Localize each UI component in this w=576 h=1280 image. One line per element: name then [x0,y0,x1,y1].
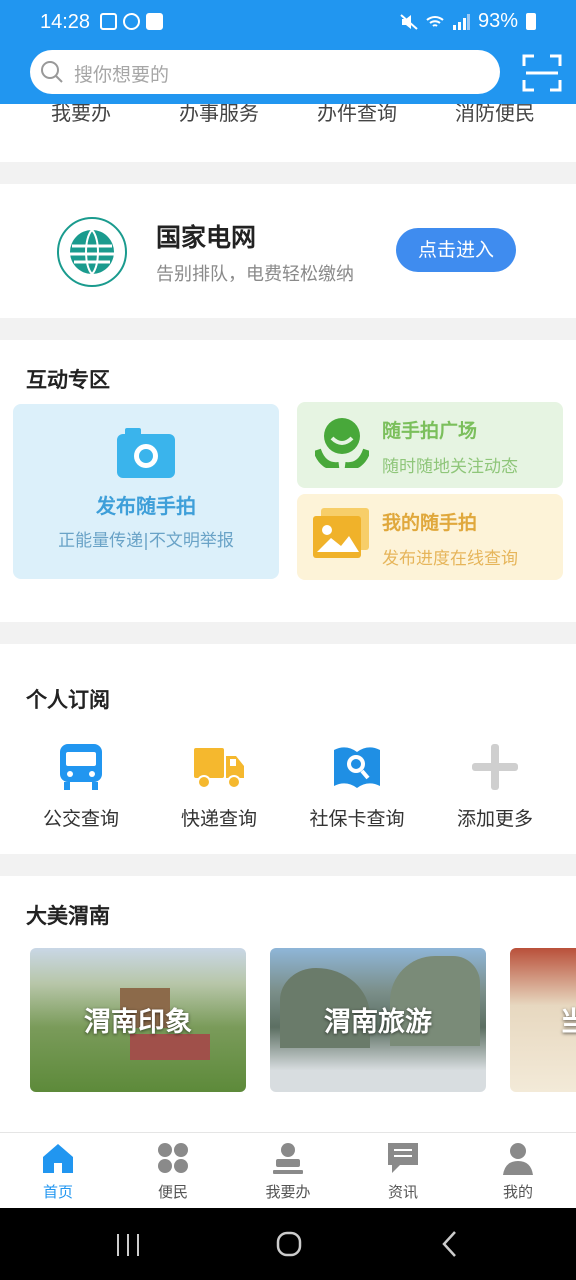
system-nav-bar [0,1208,576,1280]
wifi-icon [426,15,444,27]
post-snapshot-tile[interactable]: 发布随手拍 正能量传递|不文明举报 [13,404,279,579]
battery-percent: 93% [477,10,518,32]
cloud-notification-icon [123,13,140,30]
search-input[interactable]: 搜你想要的 [74,60,474,87]
power-grid-title: 国家电网 [156,223,257,252]
tab-banshi-fuwu[interactable]: 办事服务 [159,103,279,123]
weinan-section: 大美渭南 渭南印象 渭南旅游 当 [0,876,576,1132]
snapshot-square-tile[interactable]: 随手拍广场 随时随地关注动态 [297,402,563,488]
snapshot-square-title: 随手拍广场 [382,420,478,442]
system-status: 93% [400,10,536,33]
my-snapshot-tile[interactable]: 我的随手拍 发布进度在线查询 [297,494,563,580]
my-snapshot-title: 我的随手拍 [382,512,478,534]
nav-mine-label: 我的 [502,1183,533,1201]
camera-icon [117,428,175,478]
bottom-nav: 首页 便民 我要办 资讯 我的 [0,1132,576,1208]
people-icon [315,418,369,468]
image-notification-icon [100,13,117,30]
power-grid-card[interactable]: 国家电网 告别排队，电费轻松缴纳 点击进入 [0,184,576,318]
check-notification-icon [146,13,163,30]
bus-icon [60,744,102,790]
express-query[interactable]: 快递查询 [149,744,289,831]
header: 14:28 93% 搜你想要的 [0,0,576,104]
snapshot-square-subtitle: 随时随地关注动态 [382,457,518,477]
interactive-title: 互动专区 [26,368,110,392]
stamp-icon [273,1143,303,1174]
service-tabs: 我要办 办事服务 办件查询 消防便民 [0,103,576,162]
book-search-icon [334,747,380,788]
home-icon [43,1144,73,1173]
tab-woyaoban[interactable]: 我要办 [21,103,141,123]
enter-button[interactable]: 点击进入 [396,228,516,272]
scan-icon[interactable] [522,54,562,92]
status-bar: 14:28 93% [0,0,576,46]
nav-convenience[interactable]: 便民 [123,1141,223,1202]
mute-icon [400,13,418,30]
nav-news-label: 资讯 [387,1183,418,1201]
photo-label: 当 [560,1007,576,1038]
express-query-label: 快递查询 [180,808,257,830]
search-icon [41,61,63,83]
nav-mine[interactable]: 我的 [468,1141,568,1202]
add-more-label: 添加更多 [456,808,533,830]
message-icon [388,1143,418,1173]
tab-xiaofang-bianmin[interactable]: 消防便民 [435,103,555,123]
my-snapshot-subtitle: 发布进度在线查询 [382,549,518,569]
status-time: 14:28 [40,11,91,33]
nav-news[interactable]: 资讯 [353,1141,453,1202]
photo-label: 渭南印象 [84,1007,192,1038]
post-snapshot-subtitle: 正能量传递|不文明举报 [58,531,234,551]
home-button-icon[interactable] [275,1230,303,1258]
picture-icon [313,508,369,558]
back-icon[interactable] [440,1230,460,1258]
photo-label: 渭南旅游 [324,1007,432,1038]
bus-query[interactable]: 公交查询 [11,744,151,831]
add-more[interactable]: 添加更多 [425,744,565,831]
photo-weinan-impression[interactable]: 渭南印象 [30,948,246,1092]
post-snapshot-title: 发布随手拍 [96,494,196,518]
signal-icon [452,13,470,30]
bus-query-label: 公交查询 [42,808,119,830]
plus-icon [472,744,518,790]
social-card-query[interactable]: 社保卡查询 [287,744,427,831]
truck-icon [194,748,244,789]
user-icon [503,1143,533,1175]
app-screen: 14:28 93% 搜你想要的 我要办 办事服务 办件查询 消防便民 国家电网 … [0,0,576,1280]
nav-services[interactable]: 我要办 [238,1141,338,1202]
state-grid-logo [57,217,127,287]
recent-apps-icon[interactable] [114,1232,142,1258]
social-card-query-label: 社保卡查询 [309,808,405,830]
nav-convenience-label: 便民 [157,1183,188,1201]
subscriptions-section: 个人订阅 公交查询 快递查询 社保卡查询 添加更多 [0,644,576,854]
grid-icon [158,1143,188,1173]
search-bar[interactable]: 搜你想要的 [30,50,500,94]
photo-weinan-food[interactable]: 当 [510,948,576,1092]
nav-services-label: 我要办 [265,1183,311,1201]
nav-home-label: 首页 [42,1183,73,1201]
weinan-title: 大美渭南 [26,904,110,928]
nav-home[interactable]: 首页 [8,1141,108,1202]
power-grid-subtitle: 告别排队，电费轻松缴纳 [156,264,354,285]
interactive-zone: 互动专区 发布随手拍 正能量传递|不文明举报 随手拍广场 随时随地关注动态 我的… [0,340,576,622]
notification-icons [100,13,163,30]
battery-icon [526,13,536,30]
photo-weinan-tourism[interactable]: 渭南旅游 [270,948,486,1092]
tab-banjian-chaxun[interactable]: 办件查询 [297,103,417,123]
subscriptions-title: 个人订阅 [26,688,110,712]
